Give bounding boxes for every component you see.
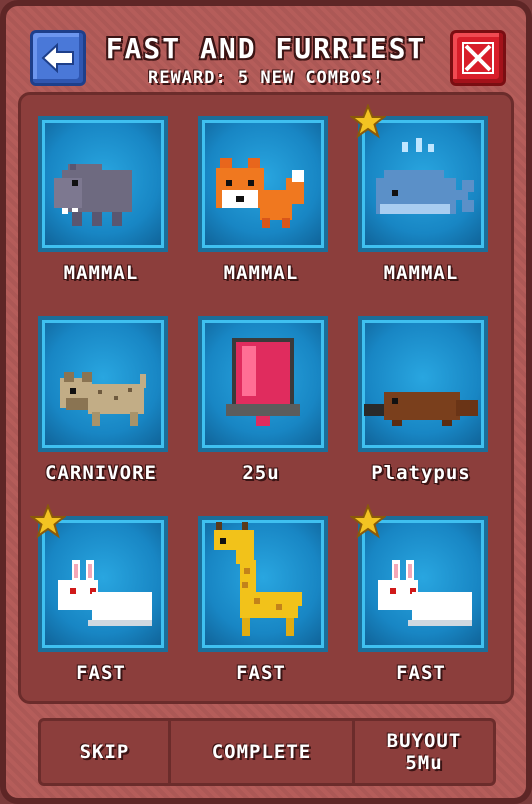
tile-label: MAMMAL bbox=[383, 262, 459, 284]
page-title: FAST AND FURRIEST bbox=[105, 32, 427, 65]
platypus-icon bbox=[364, 392, 478, 426]
star-icon bbox=[29, 503, 67, 540]
tile-label: FAST bbox=[396, 662, 446, 684]
giraffe-icon bbox=[214, 522, 302, 636]
reward-subtitle: REWARD: 5 NEW COMBOS! bbox=[148, 68, 384, 88]
skip-button[interactable]: SKIP bbox=[41, 721, 171, 783]
tile-label: FAST bbox=[76, 662, 126, 684]
tile-label: CARNIVORE bbox=[45, 462, 157, 484]
complete-label: COMPLETE bbox=[211, 741, 312, 763]
reward-tile-4[interactable] bbox=[38, 316, 168, 452]
buyout-button[interactable]: BUYOUT 5Mu bbox=[355, 721, 493, 783]
tile-label: 25u bbox=[242, 462, 280, 484]
buyout-price: 5Mu bbox=[405, 752, 443, 774]
reward-tile-2[interactable] bbox=[198, 116, 328, 252]
tile-label: MAMMAL bbox=[223, 262, 299, 284]
hippo-icon bbox=[54, 164, 132, 226]
reward-tile-6[interactable] bbox=[358, 316, 488, 452]
tile-label: MAMMAL bbox=[63, 262, 139, 284]
action-bar: SKIP COMPLETE BUYOUT 5Mu bbox=[38, 718, 496, 786]
skip-label: SKIP bbox=[79, 741, 130, 763]
close-button[interactable] bbox=[450, 30, 506, 86]
red-gem-icon bbox=[226, 338, 300, 426]
complete-button[interactable]: COMPLETE bbox=[171, 721, 355, 783]
reward-tile-8[interactable] bbox=[198, 516, 328, 652]
back-button[interactable] bbox=[30, 30, 86, 86]
fox-icon bbox=[216, 158, 304, 228]
reward-tile-5[interactable] bbox=[198, 316, 328, 452]
reward-tile-1[interactable] bbox=[38, 116, 168, 252]
buyout-label: BUYOUT bbox=[386, 730, 462, 752]
tile-label: FAST bbox=[236, 662, 286, 684]
arrow-left-icon bbox=[41, 42, 74, 74]
tile-label: Platypus bbox=[371, 462, 471, 484]
star-icon bbox=[349, 103, 387, 140]
close-icon bbox=[462, 42, 494, 74]
star-icon bbox=[349, 503, 387, 540]
hyena-icon bbox=[60, 372, 146, 426]
